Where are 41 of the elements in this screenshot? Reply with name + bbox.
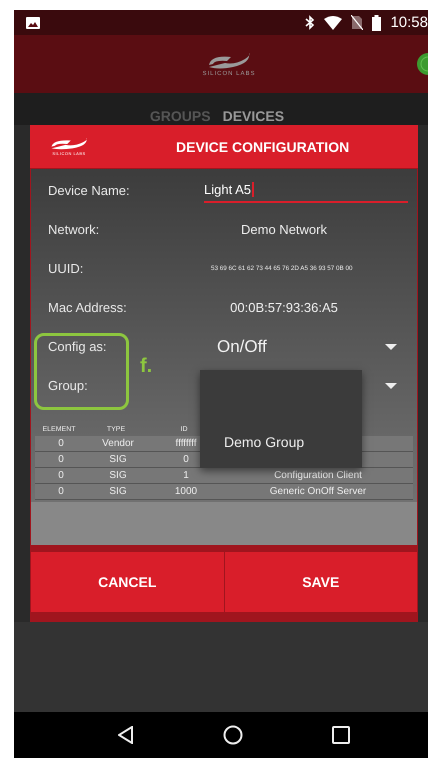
field-value: Demo Network (240, 222, 328, 237)
bluetooth-icon (305, 15, 316, 30)
back-icon[interactable] (118, 726, 134, 744)
no-sim-icon (351, 15, 364, 30)
clock-time: 10:58 (390, 14, 428, 31)
table-cell-text: 0 (182, 454, 190, 465)
field-label: Group: (48, 378, 89, 393)
menu-item[interactable]: Demo Group (224, 434, 304, 450)
battery-icon (372, 14, 382, 30)
dialog-button[interactable]: SAVE (224, 552, 417, 612)
table-cell-text: Configuration Client (273, 470, 363, 481)
dialog-title: DEVICE CONFIGURATION (176, 138, 350, 154)
table-cell-text: 1 (182, 470, 190, 481)
table-cell-text: 0 (57, 470, 65, 481)
field-value: 00:0B:57:93:36:A5 (229, 300, 339, 315)
table-cell-text: SIG (108, 454, 128, 465)
dropdown[interactable]: On/Off (217, 332, 409, 362)
table-cell-text: Generic OnOff Server (268, 486, 368, 497)
wifi-icon (324, 16, 342, 30)
table-cell-text: 0 (57, 438, 65, 449)
field-label: UUID: (48, 261, 84, 276)
dropdown-arrow-icon (385, 382, 397, 388)
field-label: Device Name: (48, 183, 131, 198)
table-cell-text: 0 (57, 454, 65, 465)
field-label: Mac Address: (48, 300, 128, 315)
table-cell-text: 0 (57, 486, 65, 497)
dialog-button[interactable]: CANCEL (31, 552, 224, 612)
name-input-field[interactable]: Light A5 (204, 177, 408, 203)
table-cell-text: Vendor (101, 438, 135, 449)
field-label: Config as: (48, 339, 108, 354)
dropdown-arrow-icon (385, 344, 397, 350)
table-cell-text: 1000 (174, 486, 198, 497)
field-label: Network: (48, 222, 100, 237)
table-cell-text: ffffffff (174, 438, 198, 449)
image-icon (26, 16, 40, 28)
tab[interactable]: DEVICES (222, 108, 284, 125)
recents-icon[interactable] (332, 726, 350, 744)
table-cell-text: SIG (108, 470, 128, 481)
table-cell-text: SIG (108, 486, 128, 497)
annotation-label: f. (140, 355, 152, 378)
home-icon[interactable] (222, 725, 243, 745)
